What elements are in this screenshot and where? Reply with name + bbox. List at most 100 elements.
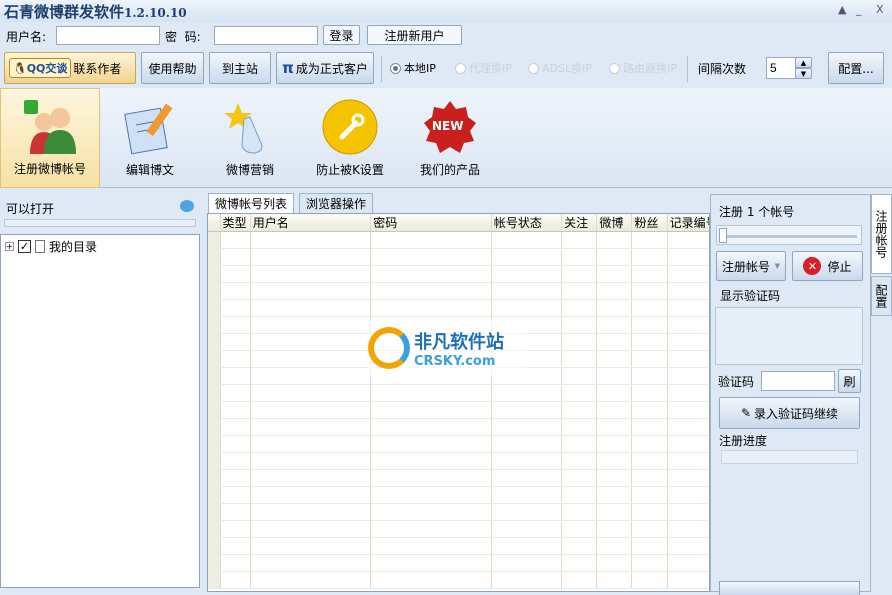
- table-cell: [597, 317, 632, 334]
- password-label: 密 码:: [165, 28, 201, 45]
- table-cell: [250, 470, 371, 487]
- table-row[interactable]: [208, 487, 710, 504]
- table-cell: [667, 470, 710, 487]
- table-row[interactable]: [208, 283, 710, 300]
- watermark: 非凡软件站 CRSKY.com: [368, 319, 526, 377]
- column-header[interactable]: 关注: [562, 214, 597, 232]
- close-button[interactable]: X: [876, 3, 884, 16]
- side-tab-config[interactable]: 配置: [871, 276, 892, 316]
- table-cell: [667, 538, 710, 555]
- contact-author-button[interactable]: 🐧QQ交谈 联系作者: [4, 52, 136, 84]
- app-version: 1.2.10.10: [124, 6, 187, 20]
- become-customer-button[interactable]: π成为正式客户: [276, 52, 374, 84]
- table-row[interactable]: [208, 572, 710, 589]
- register-weibo-button[interactable]: 注册微博帐号: [0, 88, 100, 188]
- row-header: [208, 300, 220, 317]
- table-row[interactable]: [208, 402, 710, 419]
- tab-account-list[interactable]: 微博帐号列表: [208, 193, 294, 213]
- table-cell: [562, 232, 597, 249]
- column-header[interactable]: 密码: [371, 214, 492, 232]
- radio-label: 本地IP: [404, 60, 436, 76]
- minimize-button[interactable]: _: [856, 3, 862, 16]
- table-cell: [562, 249, 597, 266]
- table-cell: [250, 232, 371, 249]
- side-tab-register[interactable]: 注册帐号: [871, 194, 892, 274]
- slider-thumb[interactable]: [719, 228, 727, 243]
- table-row[interactable]: [208, 521, 710, 538]
- row-header: [208, 283, 220, 300]
- username-input[interactable]: [56, 26, 160, 45]
- weibo-marketing-button[interactable]: 微博营销: [200, 88, 300, 188]
- table-cell: [632, 402, 667, 419]
- table-row[interactable]: [208, 436, 710, 453]
- stop-button[interactable]: ✕ 停止: [792, 251, 863, 281]
- stop-icon: ✕: [803, 257, 821, 275]
- captcha-input[interactable]: [761, 371, 835, 391]
- table-cell: [562, 266, 597, 283]
- checkbox-checked[interactable]: ✓: [18, 240, 31, 253]
- tree-item[interactable]: + ✓ 我的目录: [5, 238, 97, 255]
- column-header[interactable]: 用户名: [250, 214, 371, 232]
- refresh-captcha-button[interactable]: 刷: [838, 369, 861, 393]
- table-row[interactable]: [208, 300, 710, 317]
- column-header[interactable]: 记录编号: [667, 214, 710, 232]
- radio-router-ip[interactable]: 路由器换IP: [609, 60, 677, 76]
- bottom-button[interactable]: [719, 581, 860, 595]
- table-row[interactable]: [208, 266, 710, 283]
- chat-bubble-icon[interactable]: [180, 200, 194, 212]
- table-cell: [491, 300, 561, 317]
- row-header: [208, 317, 220, 334]
- table-cell: [632, 419, 667, 436]
- table-row[interactable]: [208, 249, 710, 266]
- qq-label: QQ交谈: [27, 62, 68, 75]
- config-button[interactable]: 配置...: [828, 52, 884, 84]
- help-button[interactable]: 使用帮助: [141, 52, 204, 84]
- radio-proxy-ip[interactable]: 代理换IP: [455, 60, 512, 76]
- divider: [687, 56, 688, 82]
- table-row[interactable]: [208, 504, 710, 521]
- table-cell: [250, 487, 371, 504]
- table-row[interactable]: [208, 555, 710, 572]
- table-cell: [632, 470, 667, 487]
- column-header[interactable]: 粉丝: [632, 214, 667, 232]
- table-cell: [220, 317, 250, 334]
- table-row[interactable]: [208, 470, 710, 487]
- table-cell: [562, 470, 597, 487]
- table-cell: [220, 419, 250, 436]
- radio-adsl-ip[interactable]: ADSL换IP: [528, 60, 592, 76]
- table-row[interactable]: [208, 453, 710, 470]
- table-row[interactable]: [208, 232, 710, 249]
- table-cell: [371, 402, 492, 419]
- edit-post-button[interactable]: 编辑博文: [100, 88, 200, 188]
- spin-up-icon[interactable]: ▲: [795, 57, 812, 68]
- table-row[interactable]: [208, 385, 710, 402]
- password-input[interactable]: [214, 26, 318, 45]
- home-site-button[interactable]: 到主站: [209, 52, 271, 84]
- table-cell: [667, 300, 710, 317]
- column-header[interactable]: 微博: [597, 214, 632, 232]
- table-cell: [491, 572, 561, 589]
- expand-icon[interactable]: +: [5, 242, 14, 251]
- login-button[interactable]: 登录: [323, 25, 360, 45]
- interval-input[interactable]: [766, 57, 796, 79]
- register-count-slider[interactable]: [716, 225, 862, 245]
- stop-label: 停止: [827, 258, 851, 275]
- spin-down-icon[interactable]: ▼: [795, 68, 812, 79]
- watermark-text: 非凡软件站: [414, 328, 504, 354]
- radio-label: 路由器换IP: [623, 60, 677, 76]
- submit-captcha-button[interactable]: ✎录入验证码继续: [719, 397, 860, 429]
- register-account-dropdown[interactable]: 注册帐号▼: [716, 251, 786, 281]
- table-row[interactable]: [208, 419, 710, 436]
- our-products-button[interactable]: NEW 我们的产品: [400, 88, 500, 188]
- column-header[interactable]: 类型: [220, 214, 250, 232]
- table-cell: [250, 453, 371, 470]
- register-user-button[interactable]: 注册新用户: [367, 25, 462, 45]
- table-cell: [562, 453, 597, 470]
- qq-chat-button[interactable]: 🐧QQ交谈: [9, 58, 71, 78]
- anti-ban-settings-button[interactable]: 防止被K设置: [300, 88, 400, 188]
- table-row[interactable]: [208, 538, 710, 555]
- tab-browser-ops[interactable]: 浏览器操作: [299, 193, 373, 213]
- radio-local-ip[interactable]: 本地IP: [390, 60, 436, 76]
- column-header[interactable]: 帐号状态: [491, 214, 561, 232]
- restore-button[interactable]: ▲: [838, 3, 846, 16]
